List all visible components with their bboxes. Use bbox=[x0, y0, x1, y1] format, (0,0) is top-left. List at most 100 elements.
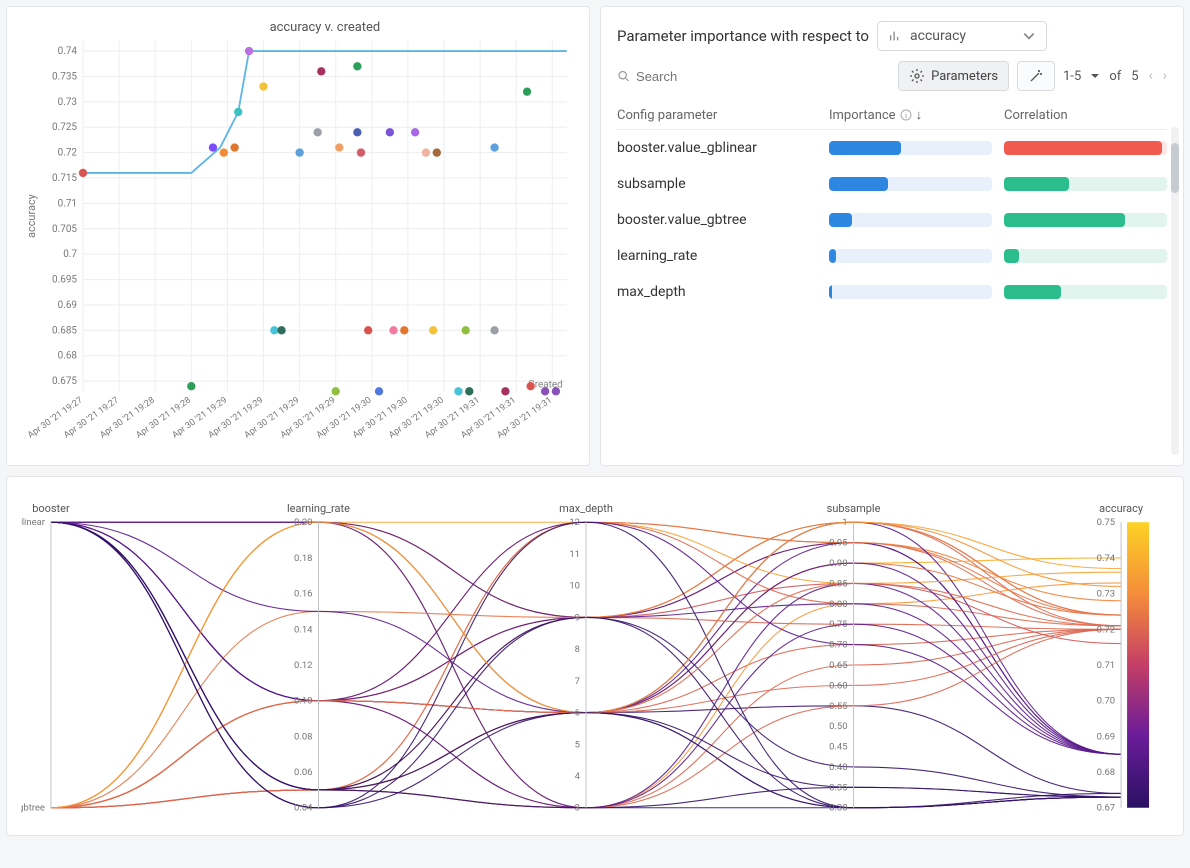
svg-text:0.68: 0.68 bbox=[1097, 767, 1115, 778]
importance-search[interactable] bbox=[617, 69, 890, 84]
svg-text:0.70: 0.70 bbox=[1097, 696, 1115, 707]
sort-desc-icon: ↓ bbox=[916, 107, 923, 123]
svg-text:0.35: 0.35 bbox=[829, 782, 847, 793]
svg-text:0.69: 0.69 bbox=[58, 300, 77, 311]
svg-text:0.73: 0.73 bbox=[58, 97, 77, 108]
pager-prev[interactable]: ‹ bbox=[1149, 68, 1153, 84]
svg-text:3: 3 bbox=[575, 803, 580, 814]
pager-next[interactable]: › bbox=[1163, 68, 1167, 84]
svg-text:0.06: 0.06 bbox=[294, 767, 312, 778]
importance-title: Parameter importance with respect to bbox=[617, 27, 869, 45]
importance-scrollbar[interactable] bbox=[1171, 127, 1179, 455]
svg-text:0.65: 0.65 bbox=[829, 660, 847, 671]
pager-total: 5 bbox=[1131, 69, 1138, 84]
accuracy-vs-created-panel: accuracy v. created accuracy 0.675 0.68 0.68… bbox=[6, 6, 590, 466]
svg-text:0.72: 0.72 bbox=[1097, 624, 1115, 635]
search-icon bbox=[617, 69, 630, 83]
svg-text:0.45: 0.45 bbox=[829, 742, 847, 753]
svg-text:0.18: 0.18 bbox=[294, 553, 312, 564]
svg-text:0.60: 0.60 bbox=[829, 680, 847, 691]
svg-text:0.12: 0.12 bbox=[294, 660, 312, 671]
col-config[interactable]: Config parameter bbox=[617, 107, 817, 123]
importance-bar bbox=[829, 141, 992, 155]
svg-text:0.10: 0.10 bbox=[294, 696, 312, 707]
parallel-coordinates-panel: booster gbtree gblinear learning_rate 0.04 0.… bbox=[6, 476, 1184, 836]
svg-text:0.70: 0.70 bbox=[829, 640, 847, 651]
svg-text:0.14: 0.14 bbox=[294, 624, 313, 635]
svg-text:0.725: 0.725 bbox=[52, 122, 77, 133]
importance-bar bbox=[829, 213, 992, 227]
svg-text:0.95: 0.95 bbox=[829, 538, 847, 549]
svg-text:1: 1 bbox=[842, 517, 847, 528]
svg-text:4: 4 bbox=[575, 771, 581, 782]
svg-text:0.20: 0.20 bbox=[294, 517, 312, 528]
importance-row[interactable]: booster.value_gbtree bbox=[617, 202, 1167, 238]
col-correlation[interactable]: Correlation bbox=[1004, 107, 1167, 123]
svg-text:subsample: subsample bbox=[827, 502, 881, 515]
svg-text:accuracy: accuracy bbox=[1099, 502, 1144, 515]
svg-text:6: 6 bbox=[575, 708, 580, 719]
caret-down-icon bbox=[1091, 72, 1099, 80]
svg-text:gblinear: gblinear bbox=[21, 517, 46, 528]
svg-text:12: 12 bbox=[569, 517, 580, 528]
chevron-down-icon bbox=[1022, 29, 1036, 43]
svg-text:0.30: 0.30 bbox=[829, 803, 847, 814]
info-icon bbox=[900, 109, 912, 121]
svg-text:0.715: 0.715 bbox=[52, 173, 77, 184]
svg-text:8: 8 bbox=[575, 644, 580, 655]
svg-text:0.74: 0.74 bbox=[1097, 553, 1116, 564]
metric-selector[interactable]: accuracy bbox=[877, 21, 1047, 51]
metric-selector-label: accuracy bbox=[910, 28, 966, 44]
svg-text:0.50: 0.50 bbox=[829, 721, 847, 732]
correlation-bar bbox=[1004, 141, 1167, 155]
importance-search-input[interactable] bbox=[636, 69, 890, 84]
svg-text:0.75: 0.75 bbox=[1097, 517, 1115, 528]
importance-row[interactable]: subsample bbox=[617, 166, 1167, 202]
svg-text:0.04: 0.04 bbox=[294, 803, 313, 814]
parallel-coordinates-chart[interactable]: booster gbtree gblinear learning_rate 0.04 0.… bbox=[21, 495, 1169, 825]
parameters-button[interactable]: Parameters bbox=[898, 61, 1009, 91]
importance-bar bbox=[829, 285, 992, 299]
svg-text:accuracy v. created: accuracy v. created bbox=[270, 20, 381, 35]
svg-text:0.695: 0.695 bbox=[52, 275, 77, 286]
svg-text:booster: booster bbox=[32, 502, 70, 515]
correlation-bar bbox=[1004, 177, 1167, 191]
svg-text:0.73: 0.73 bbox=[1097, 589, 1115, 600]
correlation-bar bbox=[1004, 213, 1167, 227]
param-name: learning_rate bbox=[617, 248, 817, 264]
svg-text:10: 10 bbox=[569, 581, 580, 592]
svg-text:learning_rate: learning_rate bbox=[287, 502, 350, 515]
svg-text:0.675: 0.675 bbox=[52, 376, 77, 387]
svg-text:0.705: 0.705 bbox=[52, 224, 77, 235]
parameters-button-label: Parameters bbox=[931, 69, 998, 84]
magic-button[interactable] bbox=[1017, 61, 1055, 91]
importance-row[interactable]: learning_rate bbox=[617, 238, 1167, 274]
svg-text:0.7: 0.7 bbox=[63, 249, 77, 260]
svg-text:0.68: 0.68 bbox=[58, 351, 78, 362]
pager-range: 1-5 bbox=[1063, 69, 1081, 84]
svg-text:0.90: 0.90 bbox=[829, 558, 847, 569]
param-name: booster.value_gbtree bbox=[617, 212, 817, 228]
importance-row[interactable]: booster.value_gblinear bbox=[617, 130, 1167, 166]
param-name: max_depth bbox=[617, 284, 817, 300]
svg-text:0.40: 0.40 bbox=[829, 762, 847, 773]
pager-of: of bbox=[1109, 69, 1121, 84]
correlation-bar bbox=[1004, 249, 1167, 263]
svg-text:0.85: 0.85 bbox=[829, 578, 847, 589]
svg-text:accuracy: accuracy bbox=[25, 193, 38, 238]
importance-row[interactable]: max_depth bbox=[617, 274, 1167, 310]
svg-text:0.71: 0.71 bbox=[58, 198, 77, 209]
importance-bar bbox=[829, 177, 992, 191]
svg-text:0.685: 0.685 bbox=[52, 325, 77, 336]
svg-text:max_depth: max_depth bbox=[559, 502, 613, 515]
svg-text:9: 9 bbox=[575, 612, 580, 623]
svg-text:0.69: 0.69 bbox=[1097, 731, 1115, 742]
svg-text:0.16: 0.16 bbox=[294, 589, 312, 600]
svg-text:0.74: 0.74 bbox=[58, 46, 78, 57]
col-importance[interactable]: Importance ↓ bbox=[829, 107, 992, 123]
importance-bar bbox=[829, 249, 992, 263]
param-name: subsample bbox=[617, 176, 817, 192]
svg-text:gbtree: gbtree bbox=[21, 803, 45, 814]
svg-text:0.735: 0.735 bbox=[52, 71, 77, 82]
accuracy-vs-created-chart[interactable]: accuracy v. created accuracy 0.675 0.68 0.68… bbox=[17, 17, 579, 455]
